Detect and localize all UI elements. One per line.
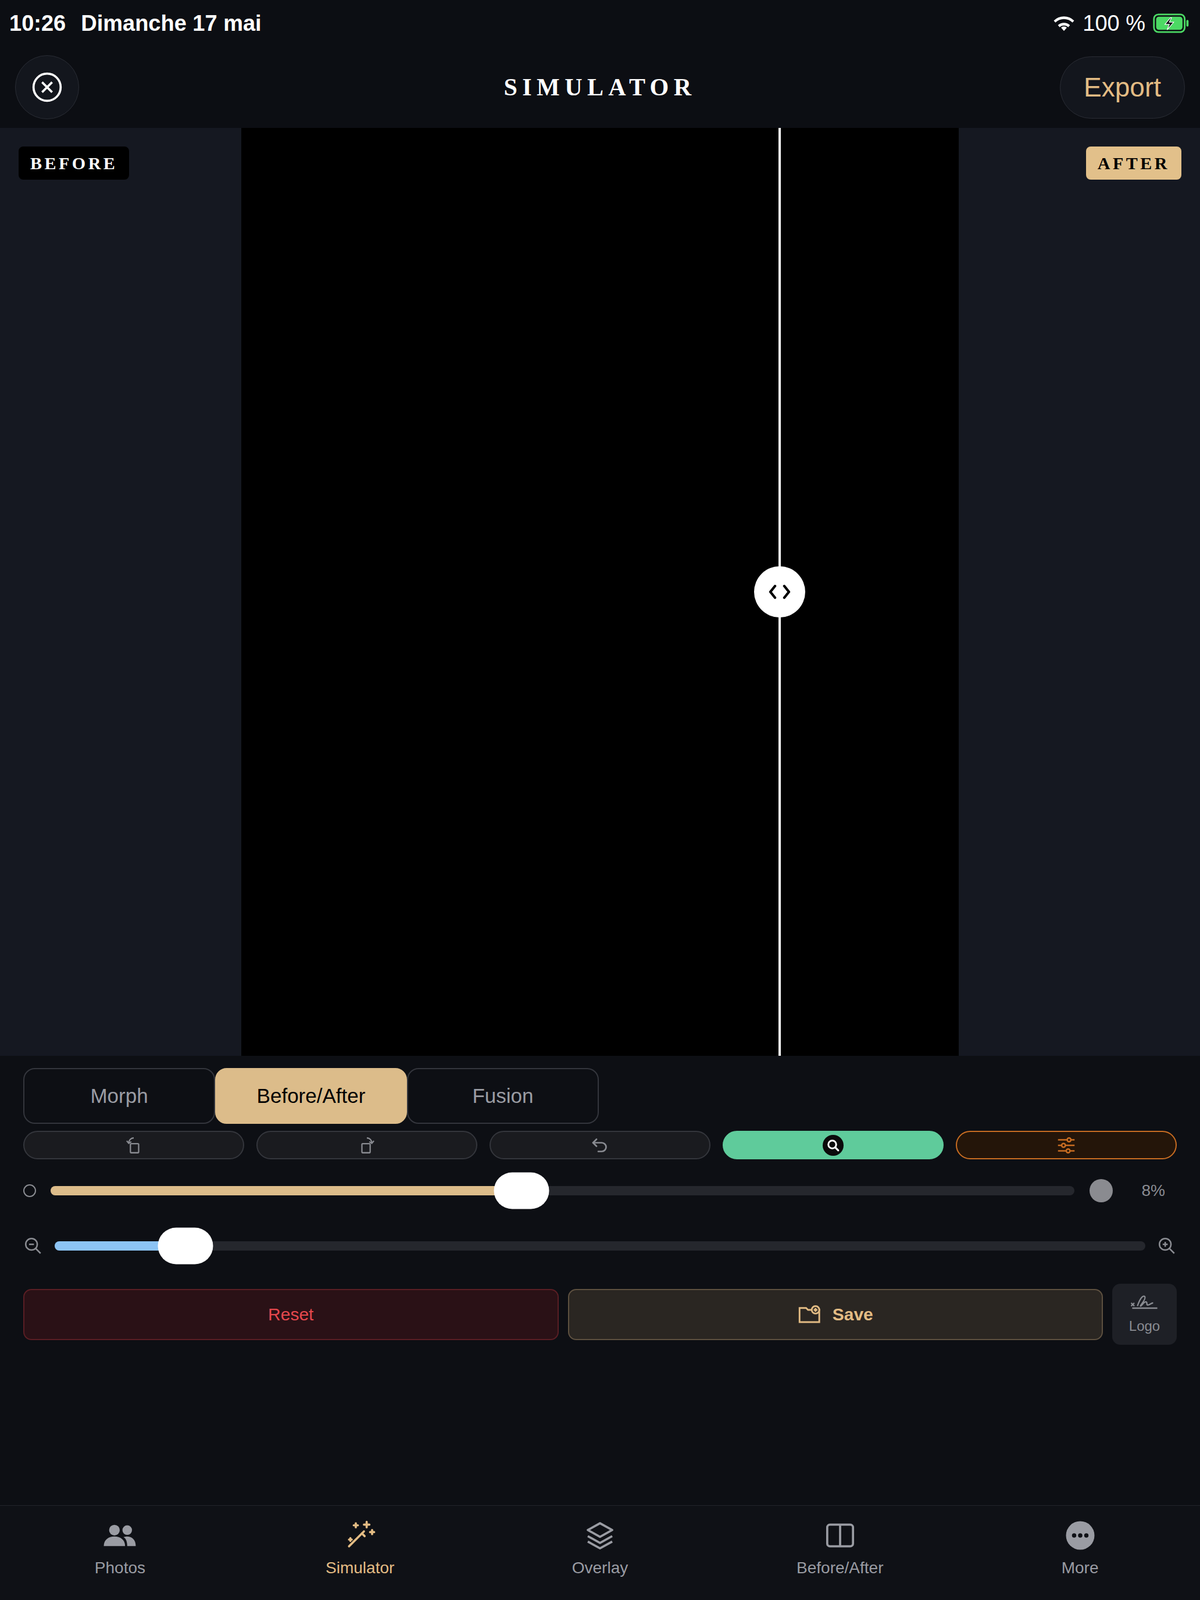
overlay-icon	[582, 1518, 618, 1553]
zoom-thumb[interactable]	[158, 1227, 214, 1264]
rotate-right-icon	[355, 1134, 378, 1157]
zoom-row	[23, 1227, 1177, 1264]
tab-bar-label: More	[1061, 1555, 1099, 1581]
time: 10:26	[9, 6, 66, 41]
opacity-fill	[50, 1186, 522, 1196]
photos-icon	[102, 1518, 138, 1553]
export-button[interactable]: Export	[1059, 56, 1185, 119]
tool-button[interactable]	[23, 1130, 245, 1160]
adjust-icon	[1055, 1134, 1078, 1157]
mode-tab[interactable]: Before/After	[215, 1068, 407, 1124]
after-badge: AFTER	[1086, 146, 1182, 180]
undo-icon	[588, 1134, 612, 1157]
opacity-thumb[interactable]	[494, 1172, 550, 1209]
mode-tabs: MorphBefore/AfterFusion	[23, 1068, 1177, 1124]
signature-icon	[1129, 1292, 1161, 1314]
tab-bar-label: Overlay	[572, 1555, 628, 1581]
logo-button[interactable]: Logo	[1112, 1283, 1177, 1345]
mode-tab[interactable]: Fusion	[406, 1068, 599, 1124]
tool-button[interactable]	[955, 1130, 1177, 1160]
folder-plus-icon	[797, 1304, 823, 1325]
more-icon	[1062, 1518, 1098, 1553]
mode-tab[interactable]: Morph	[23, 1068, 216, 1124]
tab-bar: Photos Simulator Overlay Before/After More	[0, 1505, 1200, 1600]
save-label: Save	[832, 1301, 874, 1328]
tab-bar-item[interactable]: Simulator	[240, 1505, 481, 1600]
header-right: Export	[794, 56, 1185, 119]
title: SIMULATOR	[504, 69, 697, 106]
opacity-track[interactable]	[50, 1186, 1075, 1196]
photo	[241, 127, 959, 1056]
wifi-icon	[1052, 13, 1076, 33]
close-button[interactable]	[15, 55, 80, 120]
tab-bar-label: Simulator	[325, 1555, 395, 1581]
date: Dimanche 17 mai	[80, 6, 262, 41]
controls: MorphBefore/AfterFusion 8% Rese	[0, 1055, 1200, 1506]
tab-bar-label: Photos	[94, 1555, 146, 1581]
before-badge: BEFORE	[18, 146, 130, 180]
battery-percent: 100 %	[1082, 6, 1146, 41]
tab-bar-item[interactable]: Overlay	[480, 1505, 721, 1600]
status-right: 100 %	[1052, 6, 1191, 41]
tab-bar-label: Before/After	[796, 1555, 884, 1581]
tab-bar-item[interactable]: Before/After	[719, 1505, 960, 1600]
header-center: SIMULATOR	[405, 69, 796, 106]
zoom-in-icon	[1156, 1236, 1177, 1256]
battery-icon	[1152, 13, 1191, 34]
status-bar: 10:26 Dimanche 17 mai 100 %	[0, 0, 1200, 47]
action-row: Reset Save Logo	[23, 1283, 1177, 1345]
tool-button[interactable]	[256, 1130, 478, 1160]
zoom-track[interactable]	[54, 1241, 1146, 1251]
header-left	[15, 55, 406, 120]
close-icon	[30, 70, 64, 104]
opacity-reading: 8%	[1130, 1178, 1177, 1203]
tab-bar-item[interactable]: More	[959, 1505, 1200, 1600]
tool-button[interactable]	[722, 1130, 944, 1160]
tab-bar-item[interactable]: Photos	[0, 1505, 241, 1600]
logo-label: Logo	[1129, 1315, 1160, 1337]
simulator-icon	[342, 1518, 378, 1553]
header: SIMULATOR Export	[0, 46, 1200, 128]
before-after-icon	[822, 1518, 858, 1553]
chevrons-icon	[768, 583, 792, 600]
rotate-left-icon	[122, 1134, 145, 1157]
tool-button[interactable]	[489, 1130, 711, 1160]
split-handle[interactable]	[754, 566, 806, 618]
min-circle-icon	[23, 1184, 37, 1198]
status-left: 10:26 Dimanche 17 mai	[9, 6, 262, 41]
zoom-out-icon	[23, 1236, 44, 1256]
tool-row	[23, 1130, 1177, 1160]
app: 10:26 Dimanche 17 mai 100 % SIMULATOR Ex…	[0, 0, 1200, 1600]
save-button[interactable]: Save	[568, 1288, 1104, 1341]
max-circle-icon	[1089, 1179, 1113, 1203]
comparison-area: BEFORE AFTER	[0, 127, 1200, 1056]
opacity-row: 8%	[23, 1172, 1177, 1209]
reset-button[interactable]: Reset	[23, 1288, 559, 1341]
search-icon	[822, 1134, 845, 1157]
